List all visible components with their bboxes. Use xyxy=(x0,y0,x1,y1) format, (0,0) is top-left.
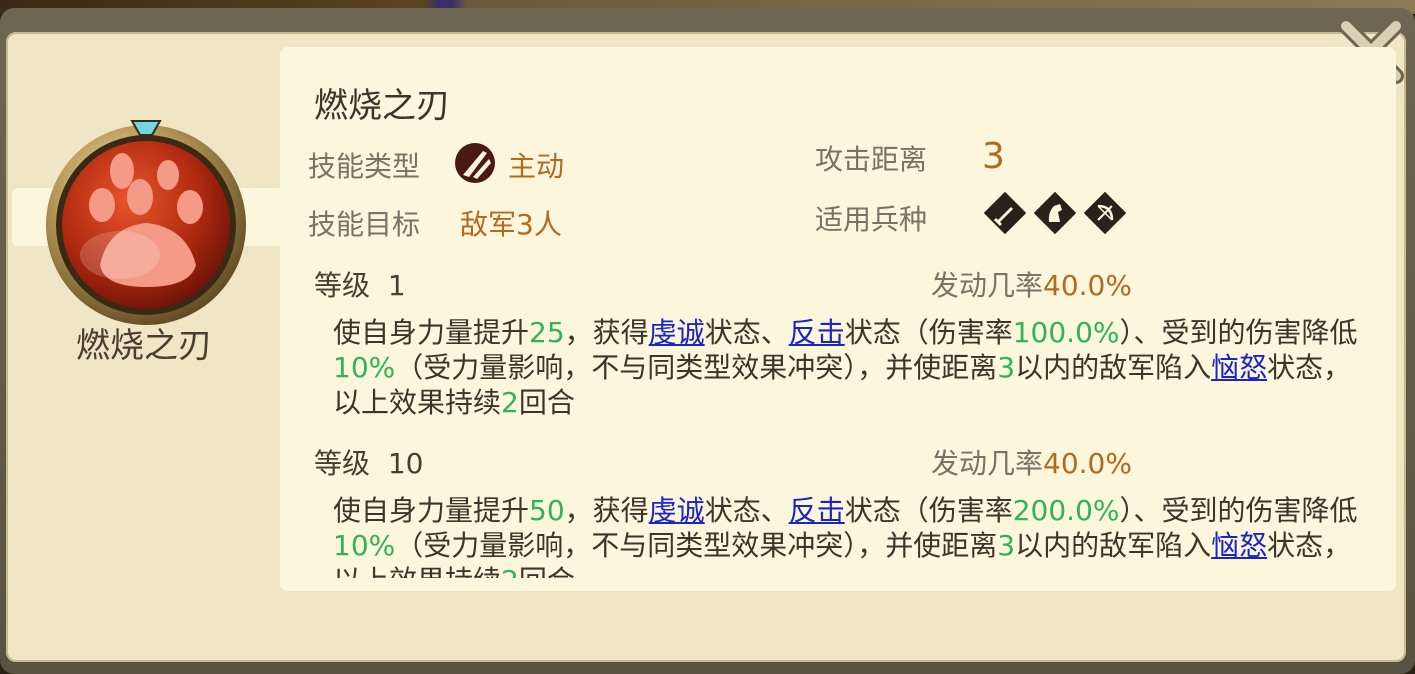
desc-text: 以内的敌军陷入 xyxy=(1015,529,1212,562)
skill-target-value: 敌军3人 xyxy=(460,208,562,241)
desc-text: 状态（伤害率 xyxy=(844,316,1013,349)
desc-text: 以内的敌军陷入 xyxy=(1015,351,1212,384)
desc-value: 200.0% xyxy=(1012,494,1120,527)
status-link-piety[interactable]: 虔诚 xyxy=(649,494,705,527)
rate-label: 发动几率 xyxy=(931,447,1044,480)
desc-value: 25 xyxy=(529,316,565,349)
desc-value: 50 xyxy=(529,494,565,527)
desc-text: （受力量影响，不与同类型效果冲突），并使距离 xyxy=(395,529,998,562)
desc-text: ）、受到的伤害降低 xyxy=(1119,494,1358,527)
status-link-counter[interactable]: 反击 xyxy=(789,316,845,349)
level-label: 等级 xyxy=(314,269,371,302)
status-link-piety[interactable]: 虔诚 xyxy=(649,316,705,349)
status-link-counter[interactable]: 反击 xyxy=(789,494,845,527)
attack-distance-label: 攻击距离 xyxy=(815,143,928,176)
desc-value: 2 xyxy=(501,386,519,419)
level-10-header: 等级 10 xyxy=(314,442,423,482)
desc-text: ，获得 xyxy=(564,316,649,349)
desc-text: ）、受到的伤害降低 xyxy=(1119,316,1358,349)
attack-distance-value: 3 xyxy=(982,136,1005,177)
skill-title: 燃烧之刃 xyxy=(314,86,450,126)
level-label: 等级 xyxy=(314,447,371,480)
bow-unit-icon xyxy=(1084,192,1126,234)
sword-unit-icon xyxy=(984,192,1026,234)
desc-value: 10% xyxy=(333,351,396,384)
desc-text: 状态、 xyxy=(704,494,789,527)
desc-text: 回合 xyxy=(519,564,575,578)
active-skill-icon xyxy=(455,143,495,183)
level-10-description: 使自身力量提升50，获得虔诚状态、反击状态（伤害率200.0%）、受到的伤害降低… xyxy=(333,493,1373,578)
status-link-anger[interactable]: 恼怒 xyxy=(1211,529,1267,562)
desc-value: 3 xyxy=(997,529,1016,562)
skill-type-label: 技能类型 xyxy=(308,150,421,183)
status-link-anger[interactable]: 恼怒 xyxy=(1211,351,1267,384)
rate-value: 40.0% xyxy=(1043,269,1132,302)
desc-text: 使自身力量提升 xyxy=(333,494,530,527)
level-1-trigger-rate: 发动几率40.0% xyxy=(931,264,1132,304)
level-10-trigger-rate: 发动几率40.0% xyxy=(931,442,1132,482)
desc-value: 10% xyxy=(333,529,396,562)
desc-value: 3 xyxy=(997,351,1016,384)
desc-text: 使自身力量提升 xyxy=(333,316,530,349)
desc-text: ，获得 xyxy=(564,494,649,527)
rate-label: 发动几率 xyxy=(931,269,1044,302)
level-value: 1 xyxy=(387,269,406,302)
desc-value: 2 xyxy=(501,564,519,578)
level-1-description: 使自身力量提升25，获得虔诚状态、反击状态（伤害率100.0%）、受到的伤害降低… xyxy=(333,315,1373,421)
desc-value: 100.0% xyxy=(1012,316,1120,349)
desc-text: 状态（伤害率 xyxy=(844,494,1013,527)
skill-type-value: 主动 xyxy=(508,150,565,183)
rate-value: 40.0% xyxy=(1043,447,1132,480)
desc-text: 状态、 xyxy=(704,316,789,349)
desc-text: （受力量影响，不与同类型效果冲突），并使距离 xyxy=(395,351,998,384)
level-1-header: 等级 1 xyxy=(314,264,406,304)
skill-icon-caption: 燃烧之刃 xyxy=(76,326,212,366)
horse-unit-icon xyxy=(1034,192,1076,234)
paw-skill-icon xyxy=(46,120,246,325)
unit-type-label: 适用兵种 xyxy=(815,203,928,236)
desc-text: 回合 xyxy=(518,386,575,419)
skill-target-label: 技能目标 xyxy=(308,208,421,241)
level-value: 10 xyxy=(387,447,424,480)
